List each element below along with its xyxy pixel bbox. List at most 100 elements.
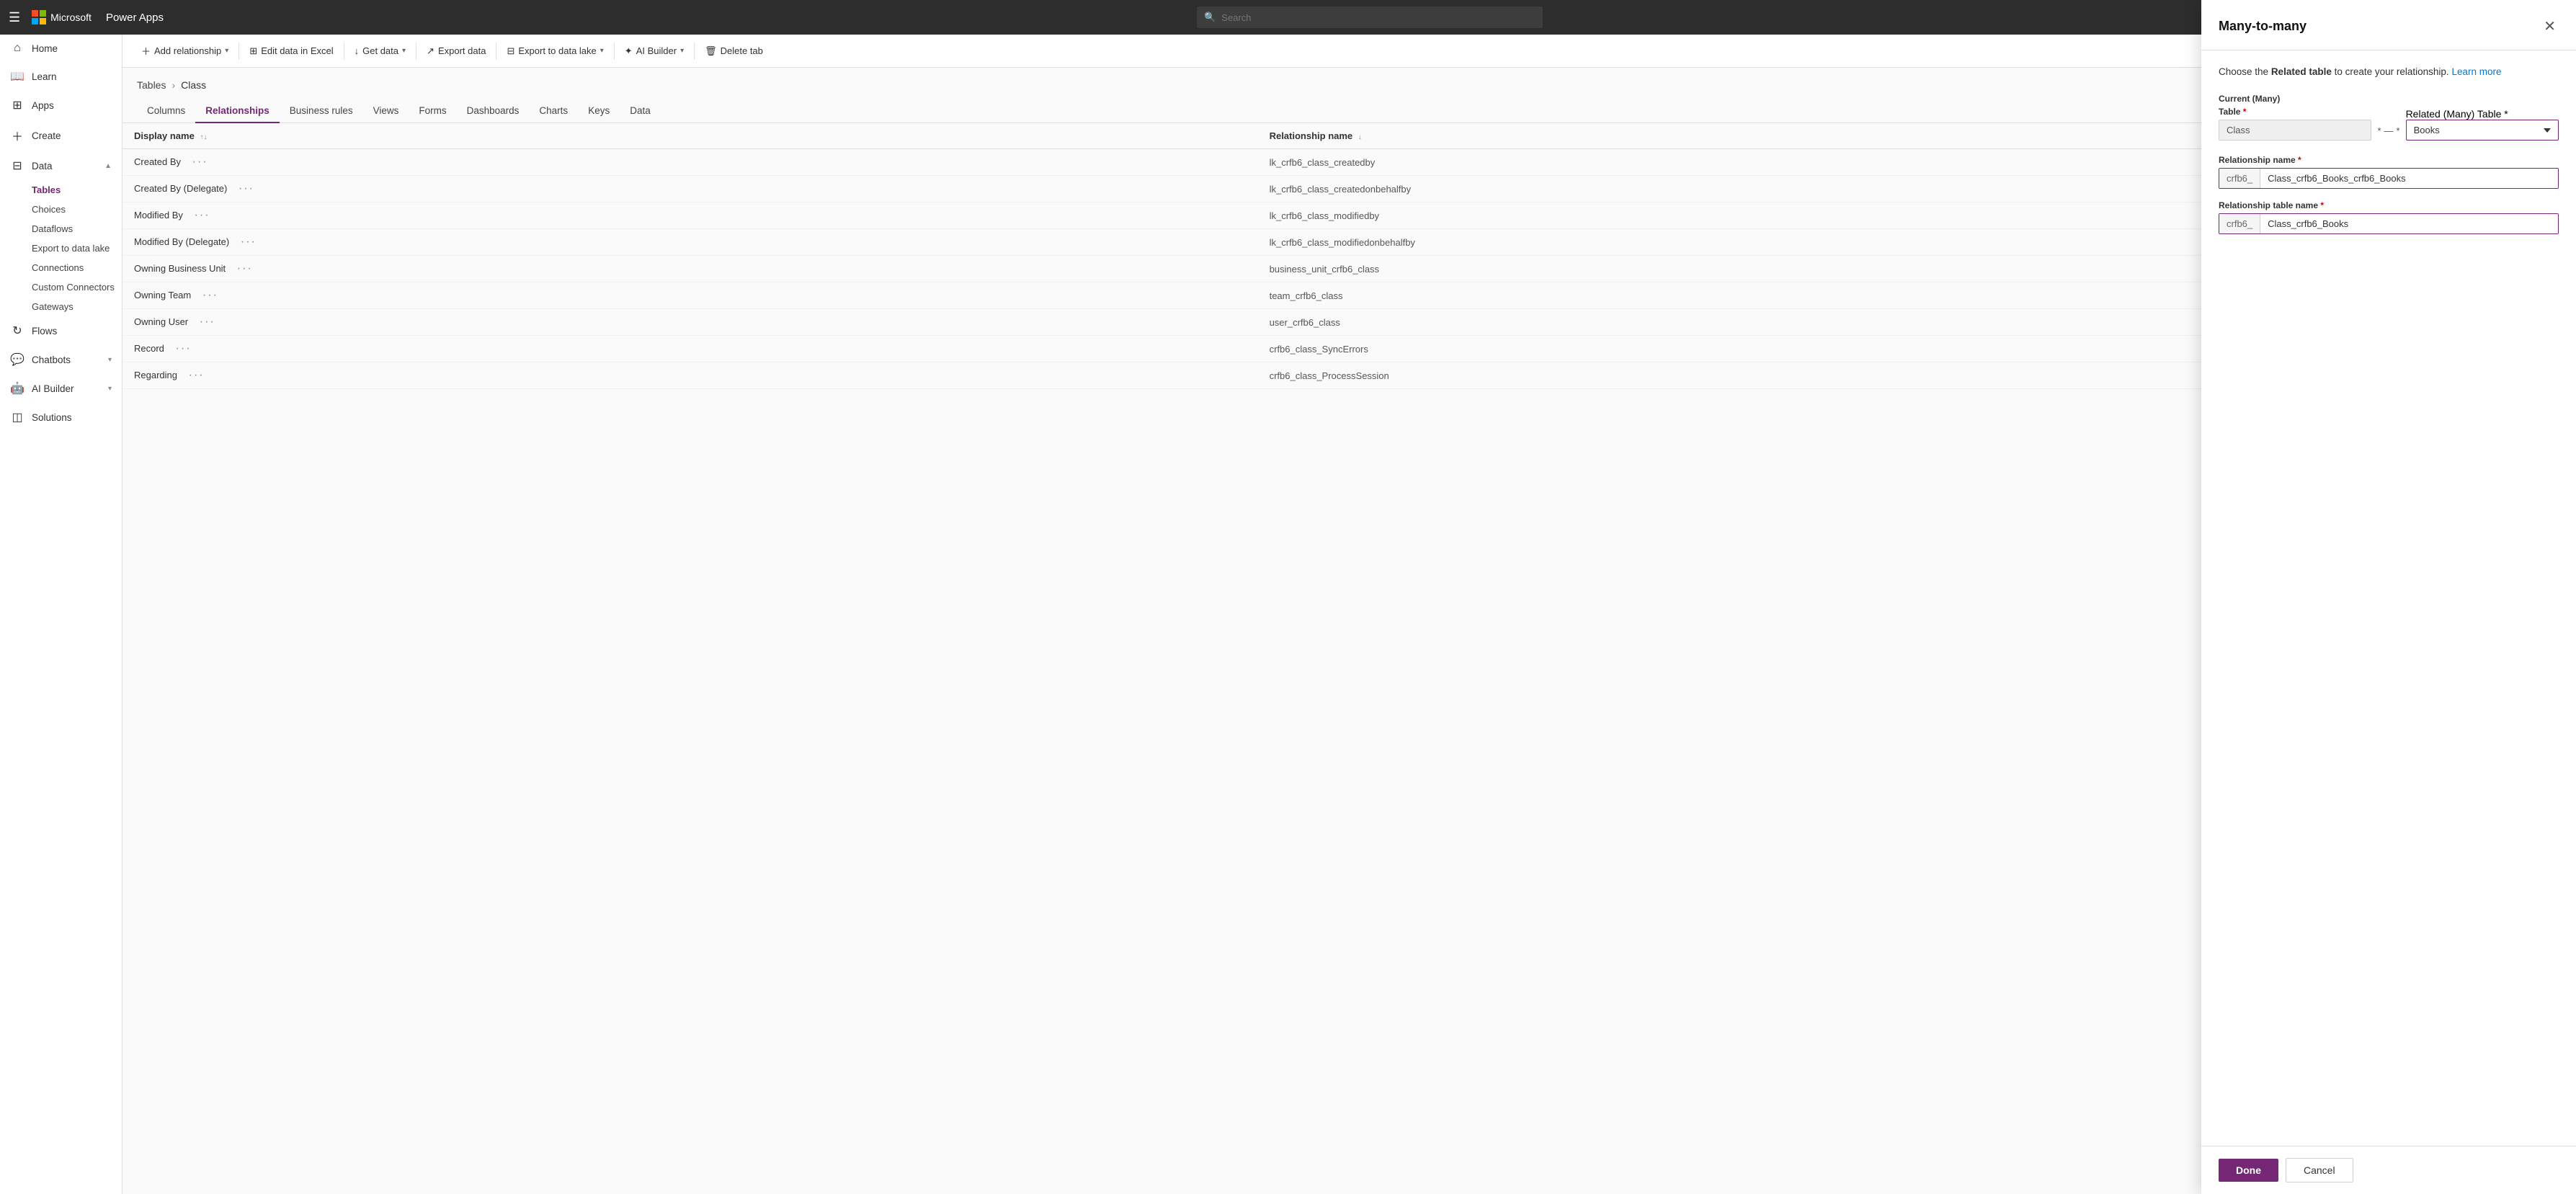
sidebar-item-flows[interactable]: ↻ Flows [0, 316, 122, 345]
export-lake-label: Export to data lake [518, 45, 596, 56]
ai-builder-button[interactable]: ✦ AI Builder ▾ [618, 42, 691, 61]
tab-data[interactable]: Data [620, 99, 661, 123]
display-name-text: Regarding [134, 370, 177, 380]
display-name-cell: Modified By ··· [122, 202, 1258, 229]
ms-label: Microsoft [50, 12, 92, 23]
tab-business-rules[interactable]: Business rules [280, 99, 363, 123]
tab-keys[interactable]: Keys [578, 99, 620, 123]
add-relationship-chevron: ▾ [225, 47, 228, 55]
edit-excel-button[interactable]: ⊞ Edit data in Excel [242, 42, 340, 61]
create-icon: ＋ [10, 127, 24, 144]
menu-icon[interactable]: ☰ [9, 10, 20, 25]
row-dots-menu[interactable]: ··· [241, 236, 257, 248]
data-icon: ⊟ [10, 159, 24, 173]
row-dots-menu[interactable]: ··· [195, 209, 210, 221]
chatbots-chevron: ▾ [108, 356, 112, 364]
row-dots-menu[interactable]: ··· [200, 316, 215, 328]
breadcrumb-root[interactable]: Tables [137, 79, 166, 91]
sidebar-item-create[interactable]: ＋ Create [0, 120, 122, 151]
get-data-button[interactable]: ↓ Get data ▾ [347, 42, 413, 60]
sidebar-item-gateways[interactable]: Gateways [0, 297, 122, 316]
sidebar-item-dataflows[interactable]: Dataflows [0, 219, 122, 239]
search-bar[interactable]: 🔍 [1197, 6, 1543, 28]
ai-builder-chevron: ▾ [680, 47, 684, 55]
search-input[interactable] [1221, 12, 1536, 23]
rel-name-text: team_crfb6_class [1270, 290, 1343, 301]
tab-columns[interactable]: Columns [137, 99, 195, 123]
delete-table-button[interactable]: 🗑 Delete tab [698, 42, 770, 61]
export-data-button[interactable]: ↗ Export data [419, 42, 493, 61]
top-nav: ☰ Microsoft Power Apps 🔍 [0, 0, 2576, 35]
sidebar-item-home[interactable]: ⌂ Home [0, 35, 122, 62]
sidebar-item-data[interactable]: ⊟ Data ▲ [0, 151, 122, 180]
row-dots-menu[interactable]: ··· [239, 182, 254, 195]
sidebar-item-choices[interactable]: Choices [0, 200, 122, 219]
learn-more-link[interactable]: Learn more [2451, 66, 2501, 77]
sidebar-item-connections[interactable]: Connections [0, 258, 122, 277]
asterisk-left: * [2377, 125, 2381, 136]
tab-views[interactable]: Views [363, 99, 409, 123]
tab-charts[interactable]: Charts [529, 99, 578, 123]
sort-display-name[interactable]: ↑↓ [200, 133, 207, 141]
sidebar-label-dataflows: Dataflows [32, 223, 73, 234]
sidebar-label-chatbots: Chatbots [32, 355, 71, 365]
related-section-label: Related (Many) [2406, 108, 2477, 120]
sidebar-label-custom-connectors: Custom Connectors [32, 282, 115, 293]
cancel-button[interactable]: Cancel [2286, 1158, 2353, 1182]
sidebar-item-chatbots[interactable]: 💬 Chatbots ▾ [0, 345, 122, 374]
sidebar-item-apps[interactable]: ⊞ Apps [0, 91, 122, 120]
sidebar-item-custom-connectors[interactable]: Custom Connectors [0, 277, 122, 297]
panel-close-button[interactable]: ✕ [2541, 35, 2559, 38]
row-dots-menu[interactable]: ··· [192, 156, 208, 168]
display-name-text: Modified By [134, 210, 183, 220]
relationship-table-name-input[interactable] [2260, 214, 2558, 233]
relationship-table-name-label: Relationship table name * [2219, 200, 2559, 210]
asterisk-right: * [2397, 125, 2400, 136]
excel-icon: ⊞ [249, 45, 257, 57]
data-chevron: ▲ [104, 162, 112, 170]
add-icon: ＋ [141, 44, 151, 58]
ai-builder-label: AI Builder [636, 45, 677, 56]
home-icon: ⌂ [10, 42, 24, 55]
breadcrumb: Tables › Class [137, 79, 2562, 91]
relationship-name-input[interactable] [2260, 169, 2558, 188]
sidebar-item-export[interactable]: Export to data lake [0, 239, 122, 258]
relationship-name-input-wrapper: crfb6_ [2219, 168, 2559, 189]
chatbots-icon: 💬 [10, 352, 24, 367]
search-icon: 🔍 [1204, 12, 1216, 23]
sidebar-item-solutions[interactable]: ◫ Solutions [0, 403, 122, 432]
flows-icon: ↻ [10, 324, 24, 338]
sort-rel-name[interactable]: ↓ [1358, 133, 1362, 141]
separator-6 [694, 43, 695, 60]
relationship-name-prefix: crfb6_ [2219, 169, 2260, 188]
sidebar-item-learn[interactable]: 📖 Learn [0, 62, 122, 91]
get-data-icon: ↓ [355, 45, 360, 56]
sidebar-label-learn: Learn [32, 71, 57, 82]
sidebar-item-tables[interactable]: Tables [0, 180, 122, 200]
dash-separator: — [2384, 125, 2394, 136]
row-dots-menu[interactable]: ··· [176, 342, 192, 355]
done-button[interactable]: Done [2219, 1159, 2278, 1182]
breadcrumb-current: Class [181, 79, 206, 91]
tab-dashboards[interactable]: Dashboards [457, 99, 530, 123]
col-display-name[interactable]: Display name ↑↓ [122, 123, 1258, 149]
row-dots-menu[interactable]: ··· [202, 289, 218, 301]
relationship-name-group: Relationship name * crfb6_ [2219, 155, 2559, 189]
current-table-value: Class [2219, 120, 2371, 141]
sidebar-label-gateways: Gateways [32, 301, 73, 312]
ms-logo: Microsoft [32, 10, 92, 24]
sidebar-label-tables: Tables [32, 184, 61, 195]
add-relationship-button[interactable]: ＋ Add relationship ▾ [134, 40, 236, 61]
related-table-select[interactable]: BooksContactsAccountsActivities [2406, 120, 2559, 141]
display-name-cell: Regarding ··· [122, 362, 1258, 389]
display-name-text: Owning User [134, 316, 188, 327]
panel-body: Choose the Related table to create your … [2201, 50, 2576, 1146]
tab-relationships[interactable]: Relationships [195, 99, 280, 123]
export-lake-button[interactable]: ⊟ Export to data lake ▾ [499, 42, 610, 61]
rel-name-text: crfb6_class_ProcessSession [1270, 370, 1389, 381]
tab-forms[interactable]: Forms [409, 99, 456, 123]
sidebar-item-aibuilder[interactable]: 🤖 AI Builder ▾ [0, 374, 122, 403]
row-dots-menu[interactable]: ··· [237, 262, 253, 275]
row-dots-menu[interactable]: ··· [189, 369, 205, 381]
app-name: Power Apps [106, 12, 164, 24]
